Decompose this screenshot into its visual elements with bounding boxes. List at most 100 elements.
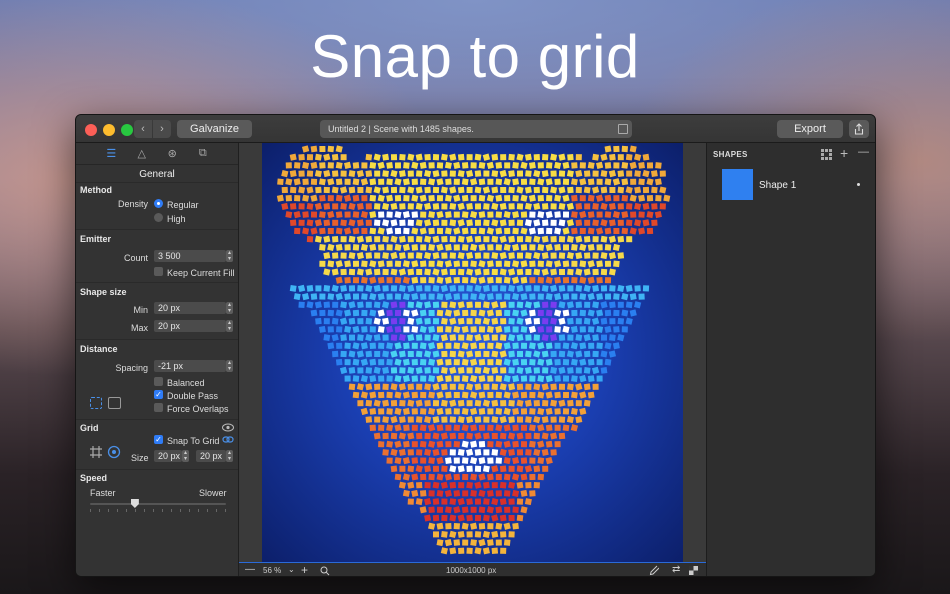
mosaic-tile [369,243,377,251]
mosaic-tile [461,227,469,235]
mosaic-tile [642,202,650,210]
force-overlaps-checkbox[interactable] [154,403,163,412]
balanced-checkbox[interactable] [154,377,163,386]
mosaic-tile [453,424,461,432]
mosaic-tile [327,326,334,333]
canvas-area[interactable] [239,143,706,562]
forward-button[interactable]: › [153,120,171,138]
tab-shapes[interactable]: △ [134,147,150,160]
mosaic-tile [646,162,654,169]
mosaic-tile [466,268,474,276]
mosaic-tile [600,202,608,211]
close-window-button[interactable] [85,124,97,136]
mosaic-tile [407,170,414,177]
mosaic-tile [583,317,591,325]
mosaic-tile [533,154,540,161]
zoom-out-icon[interactable]: — [245,564,255,575]
double-pass-checkbox[interactable]: ✓ [154,390,163,399]
snap-to-grid-checkbox[interactable]: ✓ [154,435,163,444]
mosaic-tile [542,301,549,308]
mosaic-tile [587,292,595,301]
background-toggle-icon[interactable] [689,566,698,575]
distance-mode-icon[interactable] [90,397,102,409]
keep-fill-checkbox[interactable] [154,267,163,276]
mosaic-tile [369,293,377,301]
mosaic-tile [365,219,372,226]
link-icon[interactable] [222,435,234,444]
mosaic-tile [415,153,423,161]
zoom-in-icon[interactable]: + [301,563,308,576]
save-icon[interactable] [618,124,628,134]
count-stepper[interactable]: ▴ ▾ [226,250,233,262]
export-button[interactable]: Export [777,120,843,138]
mosaic-tile [554,391,561,399]
max-size-stepper[interactable]: ▴ ▾ [226,320,233,332]
mosaic-tile [609,334,616,341]
min-size-input[interactable]: 20 px [154,302,226,314]
grid-size-x-input[interactable]: 20 px [154,450,182,462]
artboard[interactable] [262,143,683,562]
back-button[interactable]: ‹ [134,120,152,138]
mosaic-tile [382,235,389,243]
grid-size-y-stepper[interactable]: ▴ ▾ [226,450,233,462]
minimize-window-button[interactable] [103,124,115,136]
zoom-window-button[interactable] [121,124,133,136]
mosaic-tile [584,219,591,226]
mosaic-tile [626,170,633,177]
share-button[interactable] [849,120,869,138]
mosaic-tile [453,359,460,366]
zoom-fit-icon[interactable] [320,566,330,576]
tab-general[interactable]: ☰ [103,147,119,160]
density-regular-radio[interactable] [154,199,163,208]
mosaic-tile [394,342,402,350]
mosaic-tile [281,186,288,194]
canvas-dimensions[interactable]: 1000x1000 px [446,566,496,575]
spacing-stepper[interactable]: ▴ ▾ [226,360,233,372]
mosaic-tile [520,326,528,333]
mosaic-tile [457,367,465,374]
hex-grid-icon[interactable] [107,445,121,459]
mosaic-tile [399,203,406,210]
mosaic-tile [419,506,427,514]
tab-colors[interactable]: ⊛ [164,147,180,160]
mosaic-tile [500,154,507,161]
mosaic-tile [495,358,503,366]
mosaic-tile [470,342,478,350]
galvanize-button[interactable]: Galvanize [177,120,252,138]
mosaic-tile [499,514,507,522]
mosaic-tile [466,416,474,424]
mosaic-tile [402,260,410,268]
speed-slider-thumb[interactable] [130,499,139,508]
grid-size-x-stepper[interactable]: ▴ ▾ [182,450,189,462]
max-size-input[interactable]: 20 px [154,320,226,332]
speed-slower-label: Slower [199,488,227,498]
grid-size-y-input[interactable]: 20 px [196,450,226,462]
shape-library-icon[interactable] [821,149,832,160]
document-title-field[interactable]: Untitled 2 | Scene with 1485 shapes. [320,120,632,138]
min-size-stepper[interactable]: ▴ ▾ [226,302,233,314]
zoom-level[interactable]: 56 % [263,566,281,575]
density-high-radio[interactable] [154,213,163,222]
eye-icon[interactable] [222,423,234,432]
swap-icon[interactable]: ⇄ [672,564,680,575]
mosaic-tile [411,276,419,284]
count-input[interactable]: 3 500 [154,250,226,262]
mosaic-tile [558,268,566,276]
overlap-mode-icon[interactable] [108,397,121,409]
mosaic-tile [655,194,662,202]
shape-list-item[interactable]: Shape 1 [707,163,875,205]
speed-slider-track[interactable] [90,503,226,505]
eyedropper-icon[interactable] [649,565,659,576]
square-grid-icon[interactable] [89,445,103,459]
zoom-dropdown-icon[interactable]: ⌄ [288,565,295,574]
mosaic-tile [579,195,586,202]
add-shape-icon[interactable]: + [840,145,848,161]
spacing-input[interactable]: -21 px [154,360,226,372]
mosaic-tile [461,424,469,432]
tab-layers[interactable]: ⧉ [195,147,211,160]
remove-shape-icon[interactable]: — [858,146,869,158]
mosaic-tile [466,285,473,292]
mosaic-tile [436,227,444,235]
mosaic-tile [470,506,477,513]
mosaic-tile [542,318,549,325]
